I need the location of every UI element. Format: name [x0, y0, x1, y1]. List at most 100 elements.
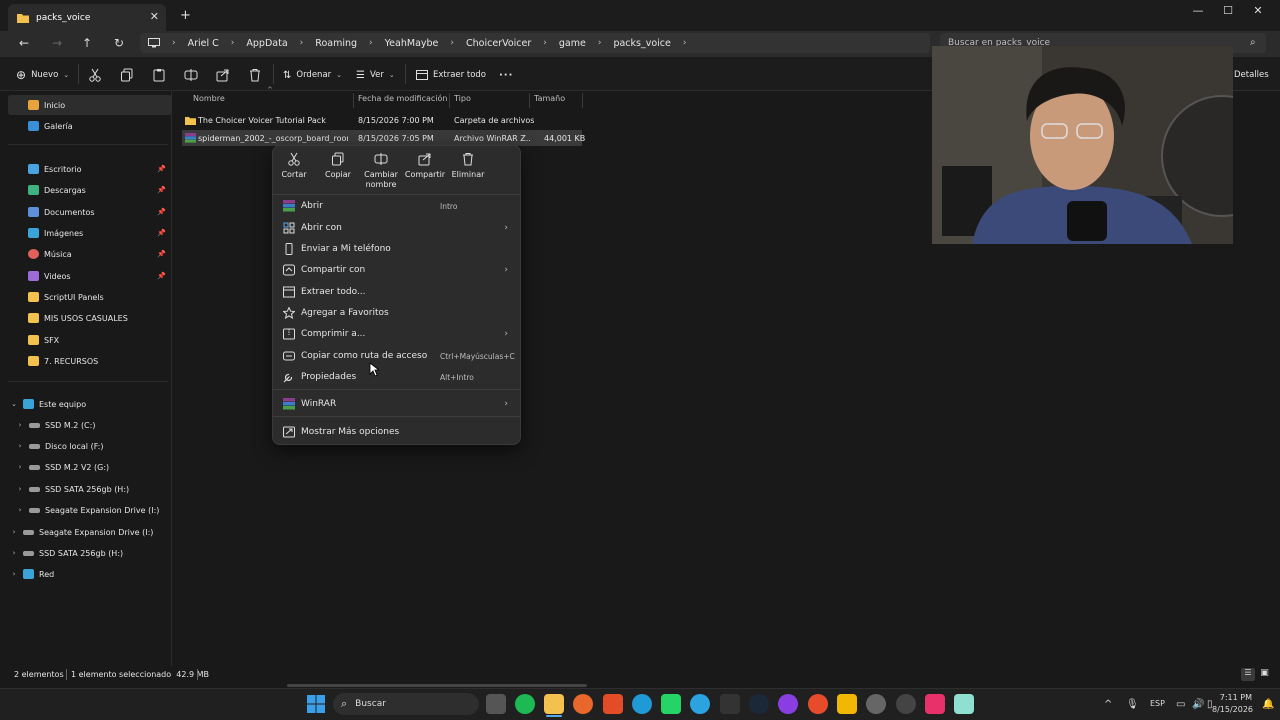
steam-icon[interactable]: [749, 694, 769, 714]
column-header-date[interactable]: Fecha de modificación: [358, 93, 447, 107]
cut-icon[interactable]: [88, 68, 102, 82]
windows-start-icon[interactable]: [307, 695, 325, 713]
sidebar-item-recursos[interactable]: 7. RECURSOS: [14, 351, 170, 371]
breadcrumb-appdata[interactable]: AppData: [240, 38, 293, 49]
tiktok-icon[interactable]: [925, 694, 945, 714]
menu-item-propiedades[interactable]: Propiedades Alt+Intro: [280, 367, 514, 387]
spotify-icon[interactable]: [515, 694, 535, 714]
sidebar-item-sfx[interactable]: SFX: [14, 330, 170, 350]
file-explorer-icon[interactable]: [544, 694, 564, 714]
notification-icon[interactable]: 🔔: [1262, 699, 1274, 710]
sidebar-item-videos[interactable]: Videos 📌: [14, 266, 170, 286]
share-icon[interactable]: [216, 68, 230, 82]
view-button[interactable]: ☰ Ver ⌄: [356, 66, 395, 84]
breadcrumb-packs-voice[interactable]: packs_voice: [607, 38, 676, 49]
paste-icon[interactable]: [152, 68, 166, 82]
menu-item-compartir-con[interactable]: Compartir con ›: [280, 260, 514, 280]
sidebar-item-red[interactable]: › Red: [10, 564, 166, 584]
sidebar-item-drive-g[interactable]: › SSD M.2 V2 (G:): [16, 457, 172, 477]
rename-button[interactable]: Cambiar nombre: [360, 150, 402, 190]
details-button[interactable]: Detalles: [1234, 66, 1269, 84]
clock-time[interactable]: 7:11 PM: [1218, 693, 1252, 702]
details-view-button[interactable]: ☰: [1241, 668, 1255, 681]
new-tab-button[interactable]: +: [180, 8, 191, 23]
sidebar-item-inicio[interactable]: Inicio: [8, 95, 172, 115]
chevron-up-icon[interactable]: ^: [1104, 699, 1112, 710]
menu-item-enviar-telefono[interactable]: Enviar a Mi teléfono: [280, 239, 514, 259]
whatsapp-icon[interactable]: [661, 694, 681, 714]
sidebar-item-musica[interactable]: Música 📌: [14, 244, 170, 264]
extract-all-button[interactable]: Extraer todo: [416, 66, 486, 84]
app-gear-icon[interactable]: [896, 694, 916, 714]
table-row[interactable]: The Choicer Voicer Tutorial Pack 8/15/20…: [182, 112, 582, 128]
column-divider[interactable]: [582, 93, 583, 108]
cut-button[interactable]: Cortar: [273, 150, 315, 179]
language-indicator[interactable]: ESP: [1150, 699, 1165, 708]
menu-item-abrir[interactable]: Abrir Intro: [280, 196, 514, 216]
app-purple-icon[interactable]: [778, 694, 798, 714]
sort-button[interactable]: ⇅ Ordenar ⌄: [283, 66, 342, 84]
rename-icon[interactable]: [184, 68, 198, 82]
sidebar-item-drive-h[interactable]: › SSD SATA 256gb (H:): [16, 479, 172, 499]
more-options-button[interactable]: ···: [499, 66, 513, 84]
rockstar-icon[interactable]: [837, 694, 857, 714]
sidebar-item-drive-c[interactable]: › SSD M.2 (C:): [16, 415, 172, 435]
menu-item-winrar[interactable]: WinRAR ›: [280, 394, 514, 414]
column-header-name[interactable]: Nombre: [193, 93, 225, 107]
sidebar-item-scriptui-panels[interactable]: ScriptUI Panels: [14, 287, 170, 307]
sidebar-item-imagenes[interactable]: Imágenes 📌: [14, 223, 170, 243]
brave-icon[interactable]: [603, 694, 623, 714]
maximize-button[interactable]: ☐: [1218, 4, 1238, 17]
sidebar-item-escritorio[interactable]: Escritorio 📌: [14, 159, 170, 179]
sidebar-item-descargas[interactable]: Descargas 📌: [14, 180, 170, 200]
share-button[interactable]: Compartir: [403, 150, 447, 179]
delete-button[interactable]: Eliminar: [447, 150, 489, 179]
refresh-button[interactable]: ↻: [111, 36, 127, 50]
menu-item-extraer-todo[interactable]: Extraer todo...: [280, 282, 514, 302]
breadcrumb-choicervoicer[interactable]: ChoicerVoicer: [460, 38, 537, 49]
new-button[interactable]: ⊕ Nuevo ⌄: [16, 66, 69, 84]
menu-item-mas-opciones[interactable]: Mostrar Más opciones: [280, 422, 514, 442]
tiles-view-button[interactable]: ▣: [1258, 668, 1271, 681]
back-button[interactable]: ←: [16, 36, 32, 50]
column-divider[interactable]: [529, 93, 530, 108]
close-window-button[interactable]: ✕: [1248, 4, 1268, 17]
breadcrumb-game[interactable]: game: [553, 38, 592, 49]
volume-icon[interactable]: 🔊: [1192, 699, 1204, 710]
telegram-icon[interactable]: [690, 694, 710, 714]
taskbar-search[interactable]: ⌕ Buscar: [333, 693, 479, 715]
firefox-icon[interactable]: [573, 694, 593, 714]
tab-packs-voice[interactable]: packs_voice ✕: [8, 4, 166, 31]
app-circle-icon[interactable]: [866, 694, 886, 714]
breadcrumb-ariel-c[interactable]: Ariel C: [182, 38, 225, 49]
sidebar-item-drive-f[interactable]: › Disco local (F:): [16, 436, 172, 456]
clock-date[interactable]: 8/15/2026: [1212, 705, 1253, 714]
address-bar[interactable]: › Ariel C › AppData › Roaming › YeahMayb…: [140, 33, 930, 53]
menu-item-agregar-favoritos[interactable]: Agregar a Favoritos: [280, 303, 514, 323]
app-orange-icon[interactable]: [808, 694, 828, 714]
sidebar-item-este-equipo[interactable]: ⌄ Este equipo: [10, 394, 166, 414]
copy-button[interactable]: Copiar: [317, 150, 359, 179]
column-header-size[interactable]: Tamaño: [534, 93, 565, 107]
sidebar-item-mis-usos-casuales[interactable]: MIS USOS CASUALES: [14, 308, 170, 328]
column-divider[interactable]: [449, 93, 450, 108]
sidebar-item-documentos[interactable]: Documentos 📌: [14, 202, 170, 222]
horizontal-scrollbar[interactable]: [287, 684, 587, 687]
breadcrumb-yeahmaybe[interactable]: YeahMaybe: [379, 38, 445, 49]
menu-item-abrir-con[interactable]: Abrir con ›: [280, 218, 514, 238]
sidebar-item-drive-i[interactable]: › Seagate Expansion Drive (I:): [16, 500, 172, 520]
menu-item-comprimir[interactable]: Comprimir a... ›: [280, 324, 514, 344]
up-button[interactable]: ↑: [79, 36, 95, 50]
task-view-icon[interactable]: [486, 694, 506, 714]
close-tab-icon[interactable]: ✕: [150, 10, 159, 23]
network-icon[interactable]: ▭: [1176, 699, 1185, 710]
table-row-selected[interactable]: spiderman_2002_-_oscorp_board_room_... 8…: [182, 130, 585, 146]
delete-icon[interactable]: [248, 68, 262, 82]
sidebar-item-galeria[interactable]: Galería: [14, 116, 170, 136]
menu-item-copiar-ruta[interactable]: Copiar como ruta de acceso Ctrl+Mayúscul…: [280, 346, 515, 366]
notepad-icon[interactable]: [954, 694, 974, 714]
column-header-type[interactable]: Tipo: [454, 93, 471, 107]
edge-icon[interactable]: [632, 694, 652, 714]
sidebar-item-seagate-root[interactable]: › Seagate Expansion Drive (I:): [10, 522, 166, 542]
breadcrumb-roaming[interactable]: Roaming: [309, 38, 363, 49]
